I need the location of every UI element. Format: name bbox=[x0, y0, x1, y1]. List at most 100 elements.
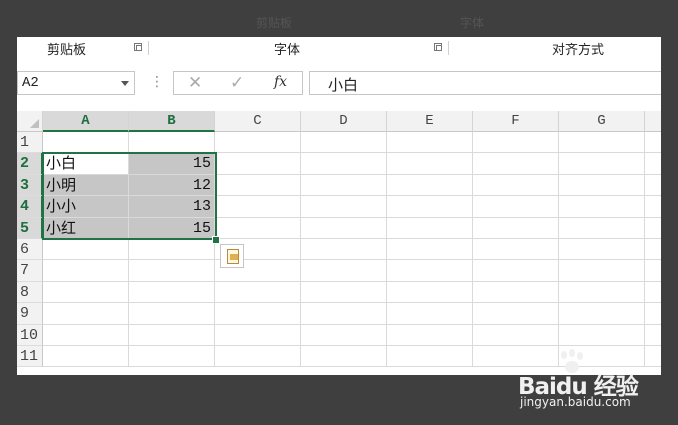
cell[interactable] bbox=[301, 281, 387, 304]
row-header-6[interactable]: 6 bbox=[17, 239, 43, 261]
cell[interactable] bbox=[215, 281, 301, 304]
cell[interactable] bbox=[215, 303, 301, 325]
cell[interactable] bbox=[473, 324, 559, 346]
cell[interactable] bbox=[215, 132, 301, 154]
cell[interactable] bbox=[473, 239, 559, 261]
cell[interactable] bbox=[473, 260, 559, 282]
name-box[interactable]: A2 bbox=[17, 71, 135, 95]
cell[interactable] bbox=[645, 282, 661, 304]
cell[interactable] bbox=[129, 346, 215, 368]
column-header-c[interactable]: C bbox=[215, 111, 301, 132]
cell[interactable] bbox=[473, 217, 559, 239]
row-header-2[interactable]: 2 bbox=[17, 153, 43, 175]
cell[interactable] bbox=[559, 153, 645, 175]
cell[interactable] bbox=[387, 217, 473, 239]
column-header-b[interactable]: B bbox=[129, 111, 215, 132]
cell[interactable] bbox=[473, 132, 559, 154]
cell[interactable]: 15 bbox=[129, 153, 215, 175]
cell[interactable] bbox=[559, 324, 645, 346]
chevron-down-icon[interactable] bbox=[121, 81, 129, 86]
cell[interactable] bbox=[215, 153, 301, 175]
column-header-g[interactable]: G bbox=[559, 111, 645, 132]
cell[interactable] bbox=[473, 281, 559, 304]
cell[interactable] bbox=[645, 196, 661, 218]
column-header-f[interactable]: F bbox=[473, 111, 559, 132]
cell[interactable] bbox=[215, 196, 301, 218]
cell[interactable] bbox=[645, 218, 661, 239]
row-header-11[interactable]: 11 bbox=[17, 346, 43, 368]
cell[interactable] bbox=[301, 303, 387, 325]
cell[interactable] bbox=[301, 153, 387, 175]
cell[interactable] bbox=[301, 132, 387, 154]
cell[interactable] bbox=[473, 196, 559, 218]
cell[interactable] bbox=[645, 153, 661, 175]
cell[interactable] bbox=[559, 239, 645, 261]
cell[interactable] bbox=[129, 132, 215, 154]
cell[interactable] bbox=[387, 281, 473, 304]
cell[interactable] bbox=[559, 196, 645, 218]
cell[interactable] bbox=[43, 324, 129, 346]
cell[interactable] bbox=[387, 239, 473, 261]
cell[interactable] bbox=[301, 260, 387, 282]
cell[interactable] bbox=[301, 217, 387, 239]
cell[interactable] bbox=[473, 174, 559, 197]
cell[interactable] bbox=[43, 239, 129, 261]
insert-function-icon[interactable]: fx bbox=[274, 74, 287, 90]
cell[interactable]: 12 bbox=[129, 174, 215, 197]
column-header-h[interactable] bbox=[645, 111, 661, 132]
cell[interactable] bbox=[301, 324, 387, 346]
cell[interactable] bbox=[129, 239, 215, 261]
cell[interactable] bbox=[559, 303, 645, 325]
font-dialog-launcher-icon[interactable] bbox=[434, 43, 442, 51]
cell[interactable] bbox=[301, 196, 387, 218]
row-header-9[interactable]: 9 bbox=[17, 303, 43, 325]
cancel-icon[interactable]: ✕ bbox=[188, 73, 202, 93]
cell[interactable] bbox=[301, 174, 387, 197]
cell[interactable] bbox=[645, 303, 661, 325]
row-header-10[interactable]: 10 bbox=[17, 324, 43, 346]
column-header-e[interactable]: E bbox=[387, 111, 473, 132]
column-header-d[interactable]: D bbox=[301, 111, 387, 132]
quick-analysis-icon[interactable] bbox=[220, 244, 244, 268]
formula-input[interactable]: 小白 bbox=[309, 71, 661, 95]
cell[interactable] bbox=[387, 324, 473, 346]
cell[interactable] bbox=[473, 346, 559, 368]
select-all-button[interactable] bbox=[17, 111, 43, 132]
cell[interactable] bbox=[129, 303, 215, 325]
cell[interactable] bbox=[387, 196, 473, 218]
cell[interactable] bbox=[645, 346, 661, 368]
cell[interactable] bbox=[43, 132, 129, 154]
cell[interactable] bbox=[129, 281, 215, 304]
cell[interactable] bbox=[301, 239, 387, 261]
fill-handle[interactable] bbox=[212, 236, 220, 244]
cell[interactable] bbox=[559, 281, 645, 304]
cell[interactable] bbox=[559, 132, 645, 154]
cell[interactable] bbox=[645, 260, 661, 282]
formula-bar-grip-icon[interactable]: ⋮ bbox=[150, 74, 164, 90]
row-header-3[interactable]: 3 bbox=[17, 174, 43, 197]
cell[interactable] bbox=[645, 175, 661, 197]
cell[interactable]: 小明 bbox=[43, 174, 129, 197]
cell[interactable] bbox=[387, 174, 473, 197]
cell[interactable] bbox=[473, 303, 559, 325]
column-header-a[interactable]: A bbox=[43, 111, 129, 132]
enter-check-icon[interactable]: ✓ bbox=[230, 73, 244, 93]
cell[interactable]: 13 bbox=[129, 196, 215, 218]
row-header-8[interactable]: 8 bbox=[17, 281, 43, 304]
cell[interactable] bbox=[387, 260, 473, 282]
row-header-5[interactable]: 5 bbox=[17, 217, 43, 239]
cell[interactable] bbox=[43, 346, 129, 368]
cell[interactable] bbox=[215, 217, 301, 239]
cell[interactable] bbox=[559, 260, 645, 282]
cell[interactable]: 15 bbox=[129, 217, 215, 239]
cell[interactable] bbox=[387, 303, 473, 325]
row-header-7[interactable]: 7 bbox=[17, 260, 43, 282]
row-header-1[interactable]: 1 bbox=[17, 132, 43, 154]
clipboard-dialog-launcher-icon[interactable] bbox=[134, 43, 142, 51]
cell[interactable] bbox=[215, 346, 301, 368]
cell[interactable] bbox=[129, 260, 215, 282]
cell[interactable] bbox=[43, 303, 129, 325]
cell[interactable] bbox=[387, 132, 473, 154]
cell[interactable] bbox=[43, 260, 129, 282]
row-header-4[interactable]: 4 bbox=[17, 196, 43, 218]
